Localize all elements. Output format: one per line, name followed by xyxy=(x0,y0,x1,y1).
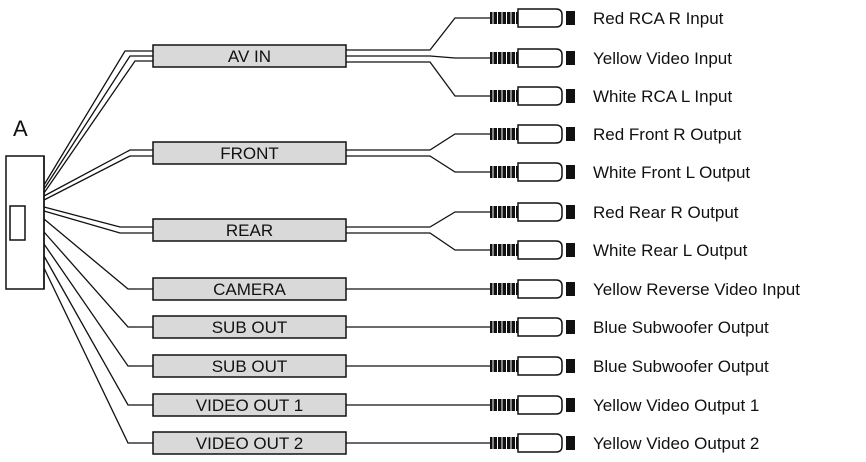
rca-plug xyxy=(490,48,575,68)
rca-plug xyxy=(490,8,575,28)
group-label: VIDEO OUT 2 xyxy=(196,434,303,453)
output-wire xyxy=(346,155,490,173)
output-label: White Rear L Output xyxy=(593,241,748,260)
rca-plug xyxy=(490,124,575,144)
label-box-layer: AV IN FRONT REAR CAMERA SUB OUT SUB OUT VIDEO … xyxy=(152,44,347,455)
rca-plug xyxy=(490,279,575,299)
output-wire xyxy=(346,133,490,151)
group-label: CAMERA xyxy=(213,280,286,299)
output-label: White RCA L Input xyxy=(593,87,732,106)
rca-plug xyxy=(490,395,575,415)
output-label: White Front L Output xyxy=(593,163,750,182)
group-label: REAR xyxy=(226,221,273,240)
rca-plug xyxy=(490,317,575,337)
output-label: Yellow Reverse Video Input xyxy=(593,280,800,299)
harness-wire xyxy=(43,243,153,367)
group-label: FRONT xyxy=(220,144,279,163)
group-label: AV IN xyxy=(228,47,271,66)
harness-connector xyxy=(5,155,45,290)
rca-plug xyxy=(490,356,575,376)
rca-plug xyxy=(490,86,575,106)
connector-label: A xyxy=(13,116,28,141)
output-label: Red Front R Output xyxy=(593,125,742,144)
harness-wire xyxy=(43,60,153,194)
group-label: VIDEO OUT 1 xyxy=(196,396,303,415)
rca-plug xyxy=(490,240,575,260)
output-label: Red Rear R Output xyxy=(593,203,739,222)
harness-wire xyxy=(43,231,153,328)
output-wire xyxy=(346,17,490,51)
wiring-diagram: A AV IN FRONT REAR CAMERA SUB OUT SUB OUT VIDE… xyxy=(0,0,866,457)
output-wire xyxy=(346,232,490,251)
output-wire xyxy=(346,55,490,59)
group-label: SUB OUT xyxy=(212,318,288,337)
output-label-layer: Red RCA R Input Yellow Video Input White R… xyxy=(593,9,800,453)
rca-plug xyxy=(490,162,575,182)
harness-wire xyxy=(43,206,153,228)
output-label: Red RCA R Input xyxy=(593,9,724,28)
harness-svg: A AV IN FRONT REAR CAMERA SUB OUT SUB OUT VIDE… xyxy=(5,8,800,455)
rca-plug-layer xyxy=(490,8,575,453)
harness-wire xyxy=(43,218,153,290)
output-wire xyxy=(346,211,490,228)
output-wire xyxy=(346,61,490,97)
output-label: Blue Subwoofer Output xyxy=(593,318,769,337)
group-label: SUB OUT xyxy=(212,357,288,376)
rca-plug xyxy=(490,202,575,222)
rca-plug xyxy=(490,433,575,453)
output-label: Yellow Video Output 2 xyxy=(593,434,759,453)
output-label: Yellow Video Output 1 xyxy=(593,396,759,415)
output-label: Yellow Video Input xyxy=(593,49,732,68)
output-label: Blue Subwoofer Output xyxy=(593,357,769,376)
